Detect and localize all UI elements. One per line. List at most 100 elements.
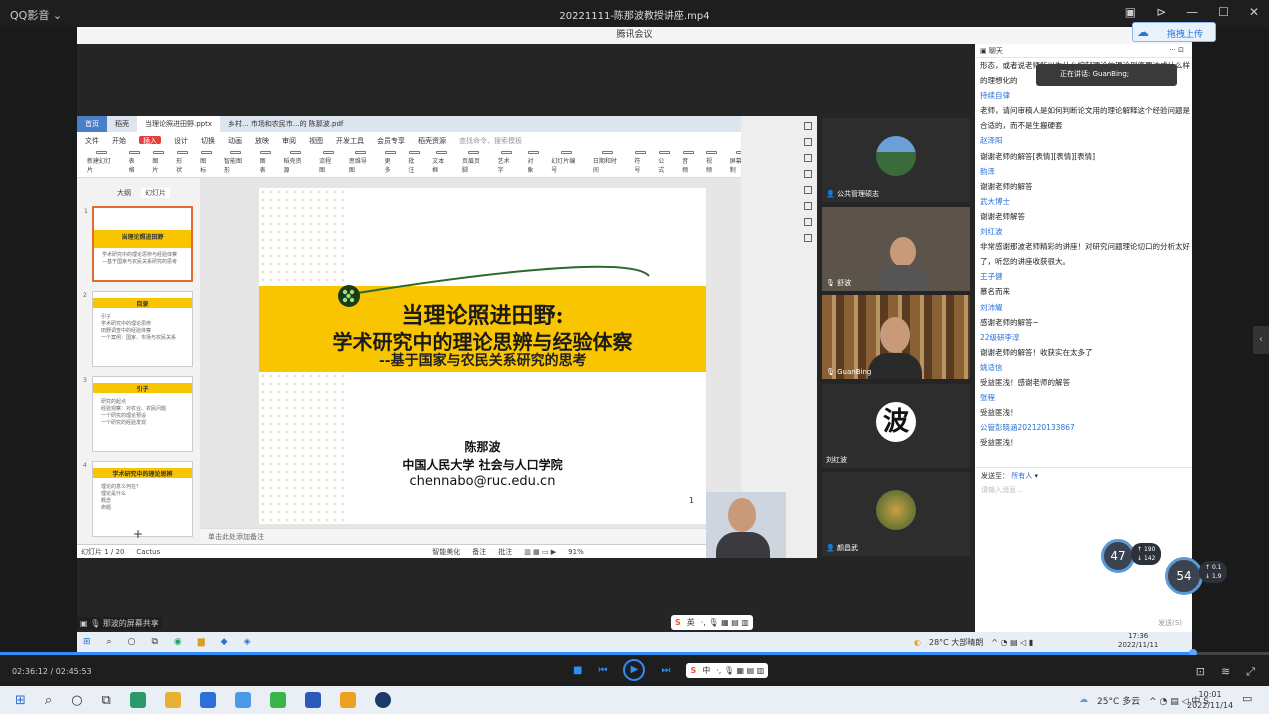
next-button[interactable]: ⏭ — [661, 665, 670, 676]
slide-thumbnail[interactable]: 4 学术研究中的理论思辨 理论的意义何在？ 理论是什么 概念 命题 — [83, 461, 193, 537]
fullscreen-icon[interactable]: ⤢ — [1246, 665, 1255, 679]
notification-icon[interactable]: ▭ — [1242, 692, 1252, 705]
settings-icon[interactable]: ≋ — [1221, 665, 1230, 679]
slide-thumbnail[interactable]: 2 目录 引子 学术研究中的理论思辨 田野调查中的经验体察 一个案例：国家、市场与农民关系 — [83, 291, 193, 367]
chat-sender[interactable]: 持续自律 — [980, 88, 1190, 103]
notes-toggle[interactable]: 备注 — [472, 547, 486, 557]
ribbon-button[interactable]: 形状 — [176, 151, 188, 174]
menu-transition[interactable]: 切换 — [201, 136, 215, 145]
ribbon-button[interactable]: 批注 — [408, 151, 420, 174]
tab-slides[interactable]: 幻灯片 — [141, 188, 170, 198]
ribbon-button[interactable]: 流程图 — [319, 151, 337, 174]
ribbon-button[interactable]: 表格 — [129, 151, 141, 174]
menu-animation[interactable]: 动画 — [228, 136, 242, 145]
menu-design[interactable]: 设计 — [174, 136, 188, 145]
search-tool-icon[interactable] — [339, 692, 356, 708]
edge-icon[interactable]: ◉ — [174, 637, 182, 647]
side-tool-icon[interactable] — [804, 170, 812, 178]
ribbon-button[interactable]: 思维导图 — [349, 151, 373, 174]
ime-bar[interactable]: S英 ·, 🎙 ▦ ▤ ▥ — [671, 615, 753, 630]
add-slide-button[interactable]: + — [133, 527, 143, 541]
slide[interactable]: 当理论照进田野: 学术研究中的理论思辨与经验体察 --基于国家与农民关系研究的思… — [259, 188, 706, 524]
menu-resources[interactable]: 稻壳资源 — [418, 136, 446, 145]
zoom-level[interactable]: 91% — [568, 548, 584, 556]
more-icon[interactable]: ··· ⊡ — [1169, 46, 1184, 54]
cortana-icon[interactable]: ○ — [71, 693, 82, 708]
video-tile[interactable]: 🎙 GuanBing — [822, 295, 970, 379]
side-tool-icon[interactable] — [804, 234, 812, 242]
ime-bar-2[interactable]: S中 ·, 🎙 ▦ ▤ ▥ — [686, 662, 769, 678]
ribbon-button[interactable]: 图片 — [152, 151, 164, 174]
tab-outline[interactable]: 大纲 — [117, 188, 131, 198]
chat-sender[interactable]: 韵泽 — [980, 164, 1190, 179]
chat-sender[interactable]: 王子健 — [980, 269, 1190, 284]
ribbon-button[interactable]: 更多 — [385, 151, 397, 174]
search-command[interactable]: 查找命令、搜索模板 — [459, 136, 522, 145]
ribbon-button[interactable]: 图标 — [200, 151, 212, 174]
video-tile[interactable]: 👤 公共管理硕志 — [822, 118, 970, 202]
maximize-button[interactable]: ☐ — [1218, 5, 1229, 19]
player-icon[interactable] — [374, 692, 391, 708]
play-button[interactable]: ▶ — [623, 659, 646, 681]
chat-sender[interactable]: 姚适信 — [980, 360, 1190, 375]
menu-file[interactable]: 文件 — [85, 136, 99, 145]
pin-icon[interactable]: ⊳ — [1156, 5, 1166, 19]
chat-sender[interactable]: 公管彭晓涵202120133867 — [980, 420, 1190, 435]
stop-button[interactable]: ■ — [573, 665, 582, 676]
windows-icon[interactable]: ⊞ — [83, 637, 91, 647]
ribbon-button[interactable]: 智能图形 — [224, 151, 248, 174]
ribbon-button[interactable]: 新建幻灯片 — [87, 151, 117, 174]
side-tool-icon[interactable] — [804, 138, 812, 146]
tray-icons[interactable]: ^ ◔ ▤ ◁ ▮ — [991, 638, 1033, 647]
screenshot-icon[interactable]: ▣ — [1125, 5, 1136, 19]
close-button[interactable]: ✕ — [1249, 5, 1259, 19]
slide-thumbnail[interactable]: 3 引子 研究的起点 经验观察：对农业、农民问题 一个研究的理论预设 一个研究的经验发现 — [83, 376, 193, 452]
video-tile[interactable]: 👤 颜昌武 — [822, 472, 970, 556]
search-icon[interactable]: ⌕ — [107, 637, 112, 647]
screenshot-tool-icon[interactable]: ⊡ — [1196, 665, 1205, 679]
chat-sender[interactable]: 赵泽阳 — [980, 133, 1190, 148]
chat-sender[interactable]: 张程 — [980, 390, 1190, 405]
menu-dev[interactable]: 开发工具 — [336, 136, 364, 145]
view-icons[interactable]: ▥ ▦ ▭ ▶ — [524, 548, 556, 556]
wechat-icon[interactable] — [269, 692, 286, 708]
side-tool-icon[interactable] — [804, 202, 812, 210]
meeting-icon[interactable] — [234, 692, 251, 708]
side-tool-icon[interactable] — [804, 154, 812, 162]
ribbon-button[interactable]: 艺术字 — [498, 151, 516, 174]
ribbon-button[interactable]: 符号 — [634, 151, 646, 174]
prev-button[interactable]: ⏮ — [598, 665, 607, 676]
ribbon-button[interactable]: 图表 — [260, 151, 272, 174]
meeting-icon[interactable]: ◈ — [244, 637, 251, 647]
taskview-icon[interactable]: ⧉ — [102, 693, 111, 708]
cortana-icon[interactable]: ○ — [128, 637, 136, 647]
menu-view[interactable]: 视图 — [309, 136, 323, 145]
explorer-icon[interactable] — [164, 692, 181, 708]
ribbon-button[interactable]: 页眉页脚 — [462, 151, 486, 174]
ribbon-button[interactable]: 公式 — [658, 151, 670, 174]
app-icon[interactable]: ◆ — [221, 637, 228, 647]
ribbon-button[interactable]: 稻壳资源 — [283, 151, 307, 174]
menu-slideshow[interactable]: 放映 — [255, 136, 269, 145]
drag-upload-button[interactable]: ☁ 拖拽上传 — [1132, 22, 1216, 42]
video-tile[interactable]: 波 刘红波 — [822, 384, 970, 468]
menu-insert[interactable]: 插入 — [139, 136, 161, 145]
side-expand-arrow[interactable]: ‹ — [1253, 326, 1269, 354]
menu-review[interactable]: 审阅 — [282, 136, 296, 145]
ribbon-button[interactable]: 对象 — [527, 151, 539, 174]
ribbon-button[interactable]: 视频 — [706, 151, 718, 174]
video-tile[interactable]: 🎙 舒波 — [822, 207, 970, 291]
beautify-button[interactable]: 智能美化 — [432, 547, 460, 557]
ribbon-button[interactable]: 文本框 — [432, 151, 450, 174]
search-icon[interactable]: ⌕ — [45, 693, 52, 708]
ribbon-button[interactable]: 日期和时间 — [593, 151, 623, 174]
send-to[interactable]: 发送至： 所有人 ▾ — [981, 471, 1038, 481]
side-tool-icon[interactable] — [804, 218, 812, 226]
word-icon[interactable] — [304, 692, 321, 708]
edge-icon[interactable] — [129, 692, 146, 708]
chat-sender[interactable]: 22级研李淳 — [980, 330, 1190, 345]
chat-input[interactable]: 请输入消息... — [981, 485, 1023, 495]
chat-sender[interactable]: 武大博士 — [980, 194, 1190, 209]
comments-toggle[interactable]: 批注 — [498, 547, 512, 557]
taskview-icon[interactable]: ⧉ — [151, 637, 157, 647]
